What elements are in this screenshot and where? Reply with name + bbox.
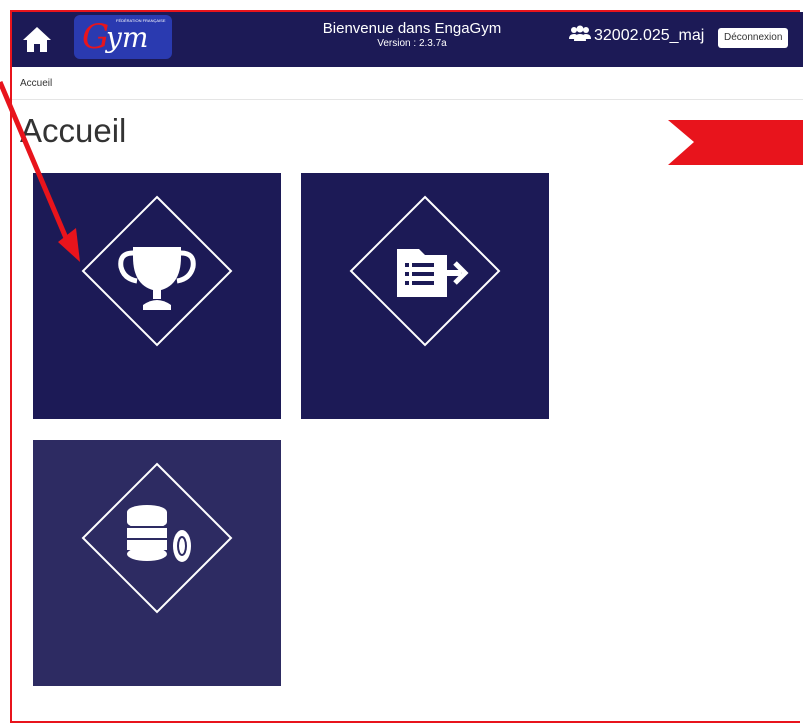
version-label: Version : 2.3.7a [377,38,447,49]
file-export-icon [397,249,469,297]
users-icon [569,25,591,46]
welcome-title: Bienvenue dans EngaGym [322,20,502,37]
tile-competitions[interactable] [33,173,281,419]
tile-payments[interactable] [33,440,281,686]
logo-letters-ym: ym [106,21,149,54]
username: 32002.025_maj [594,26,705,44]
trophy-icon [118,247,196,310]
top-navbar: FÉDÉRATION FRANÇAISE G ym Bienvenue dans… [12,12,803,67]
coins-icon [127,505,191,563]
tile-export[interactable] [301,173,549,419]
breadcrumb-divider [12,99,803,100]
breadcrumb[interactable]: Accueil [20,78,52,89]
page-title: Accueil [20,112,127,149]
logout-button[interactable]: Déconnexion [718,28,789,48]
user-info: 32002.025_maj [569,25,704,46]
home-icon[interactable] [22,25,52,53]
gym-logo[interactable]: FÉDÉRATION FRANÇAISE G ym [74,15,172,59]
